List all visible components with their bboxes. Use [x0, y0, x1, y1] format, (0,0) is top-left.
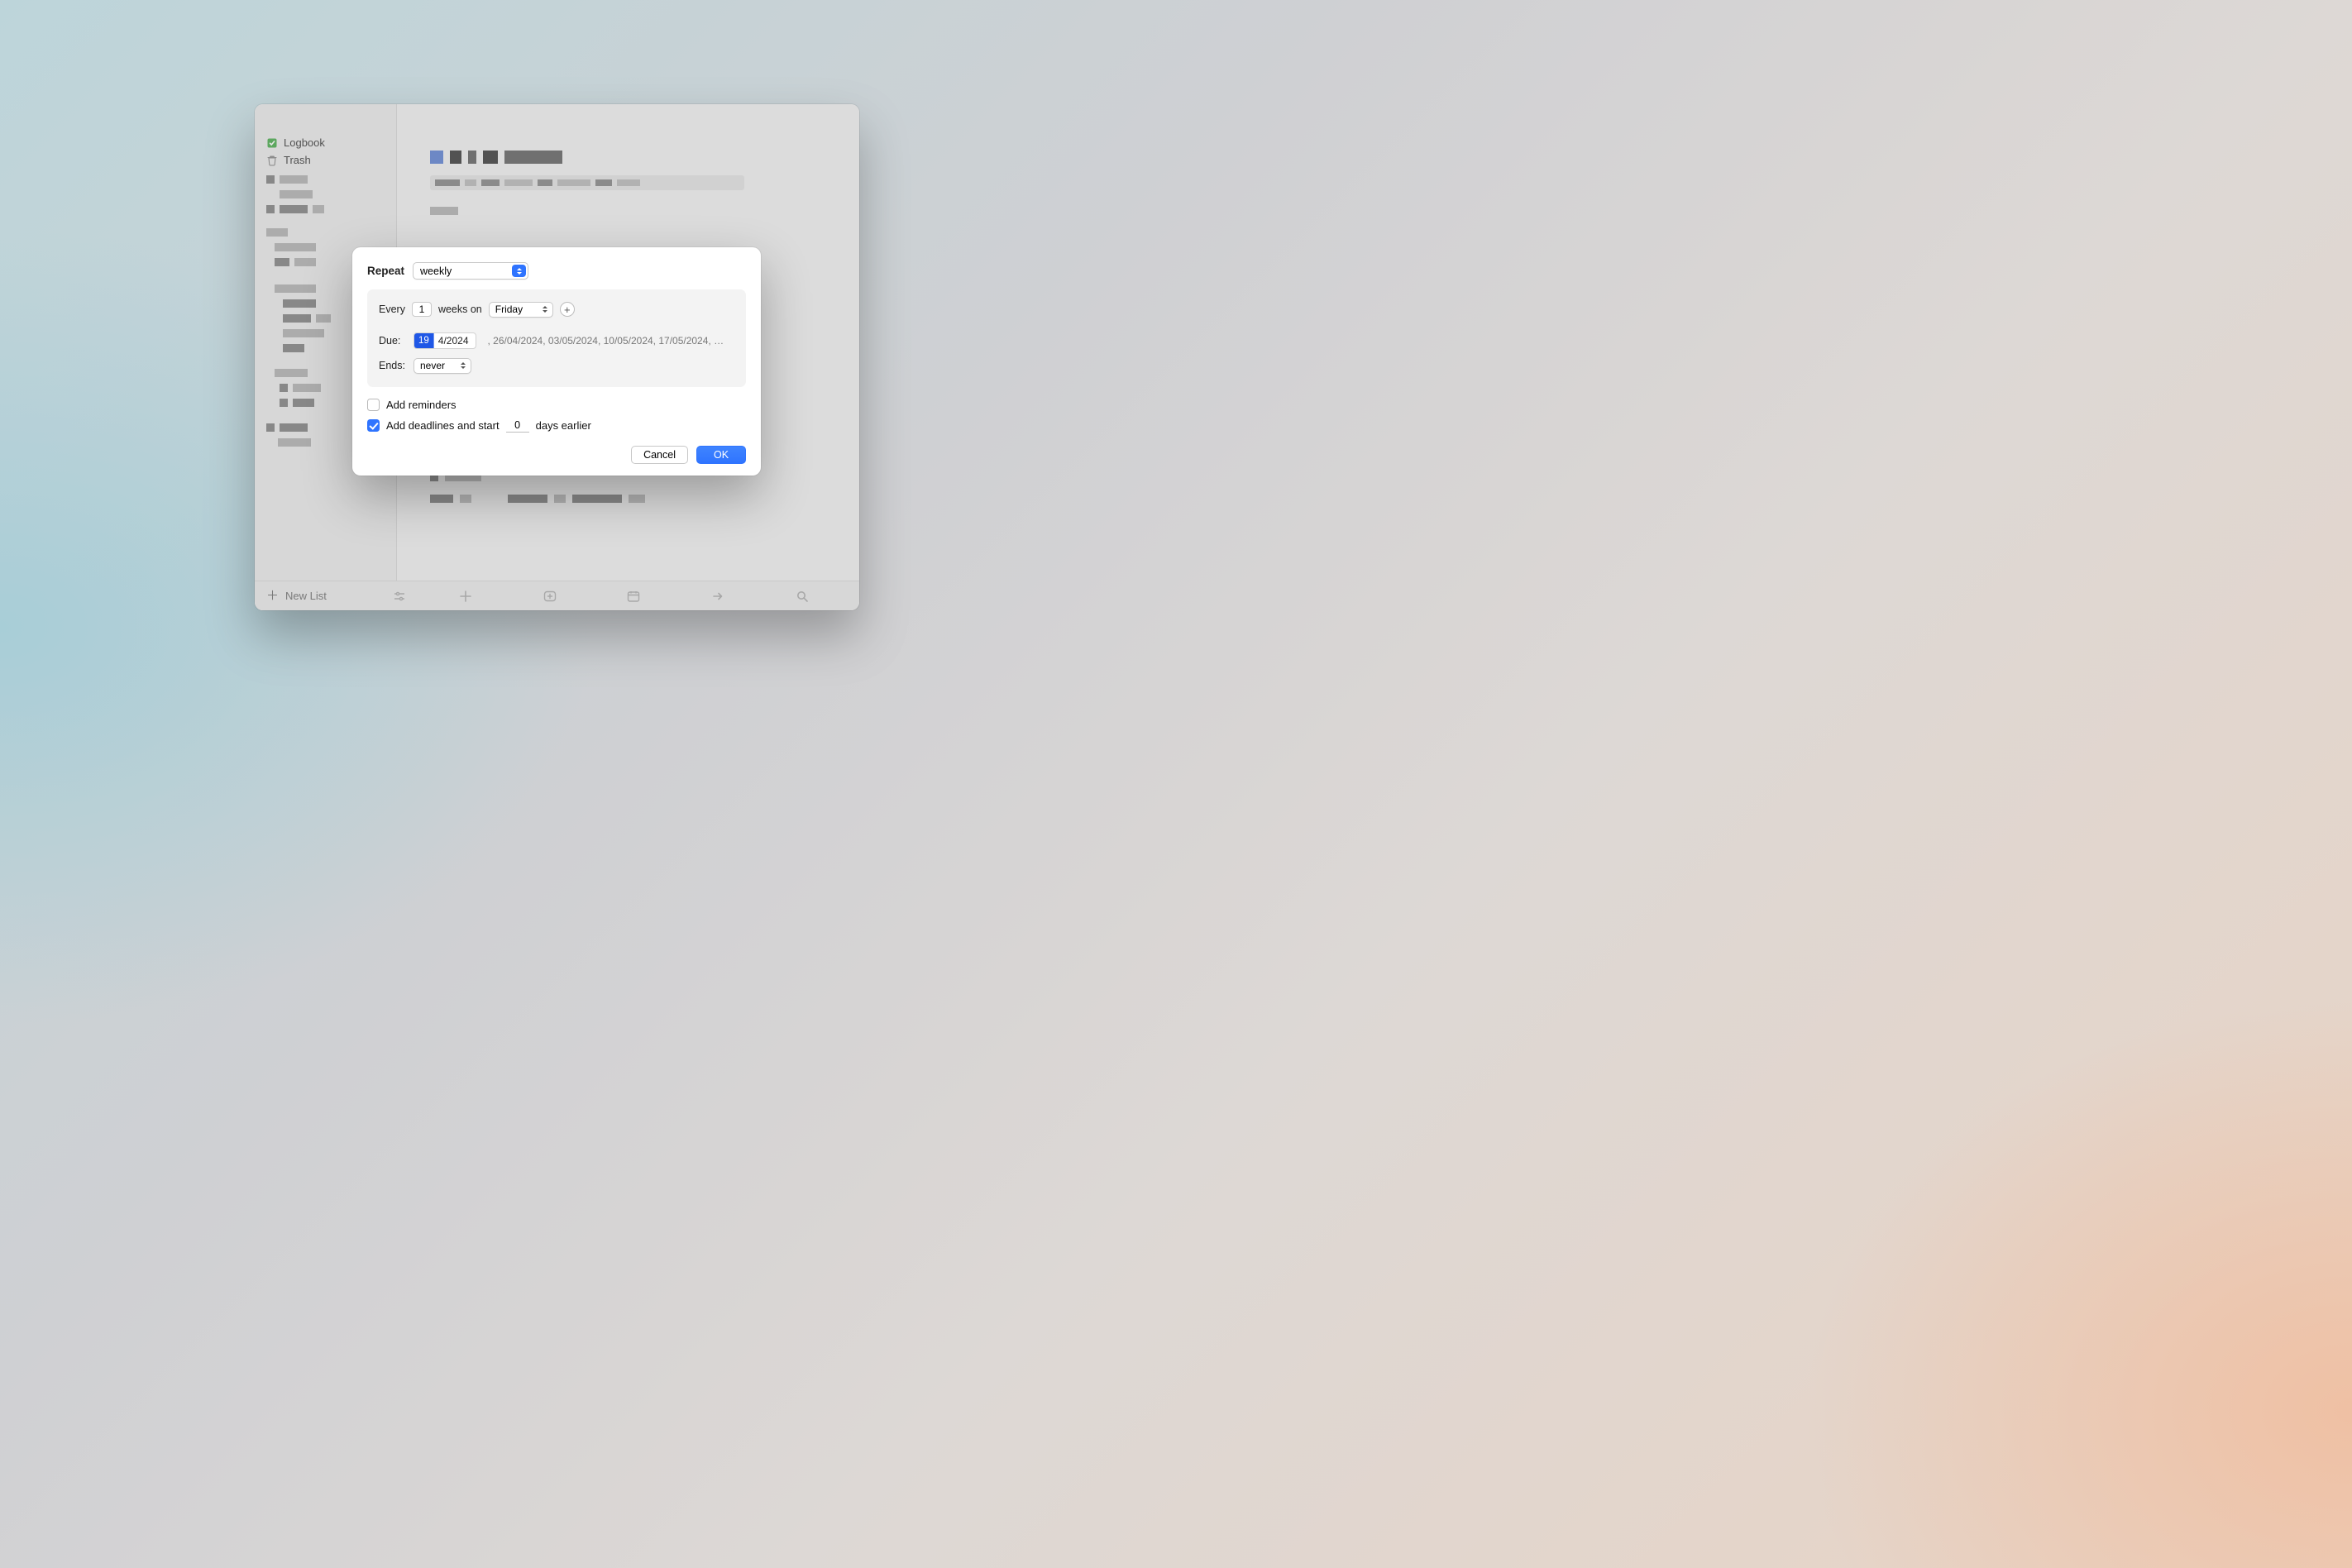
ends-value: never	[420, 360, 445, 371]
bottom-toolbar: ＋ New List	[255, 581, 859, 610]
sidebar-item-trash[interactable]: Trash	[255, 151, 396, 169]
new-list-button[interactable]: ＋ New List	[255, 590, 397, 602]
search-icon[interactable]	[795, 589, 810, 604]
checkbox-icon	[367, 399, 380, 411]
add-reminders-option[interactable]: Add reminders	[367, 399, 746, 411]
chevron-up-down-icon	[457, 361, 469, 371]
logbook-icon	[266, 137, 278, 149]
sidebar-item-label: Trash	[284, 154, 311, 166]
due-label: Due:	[379, 335, 407, 347]
checkbox-icon	[367, 419, 380, 432]
deadlines-days-input[interactable]	[506, 418, 529, 433]
repeat-frequency-select[interactable]: weekly	[413, 262, 528, 280]
due-date-field[interactable]: 19 4/2024	[414, 332, 476, 349]
repeat-settings-panel: Every weeks on Friday + Due: 19 4/2024 ,…	[367, 289, 746, 387]
add-reminders-label: Add reminders	[386, 399, 457, 411]
due-monthyear: 4/2024	[434, 335, 476, 347]
deadlines-suffix: days earlier	[536, 419, 591, 432]
repeat-frequency-value: weekly	[420, 265, 452, 277]
sidebar-item-logbook[interactable]: Logbook	[255, 134, 396, 151]
weeks-on-label: weeks on	[438, 304, 482, 315]
calendar-icon[interactable]	[626, 589, 641, 604]
ends-select[interactable]: never	[414, 358, 471, 374]
add-icon[interactable]	[458, 589, 473, 604]
trash-icon	[266, 155, 278, 166]
cancel-button[interactable]: Cancel	[631, 446, 688, 464]
add-deadlines-option[interactable]: Add deadlines and start days earlier	[367, 418, 746, 433]
ok-button[interactable]: OK	[696, 446, 746, 464]
due-day: 19	[414, 333, 434, 348]
upcoming-dates: , 26/04/2024, 03/05/2024, 10/05/2024, 17…	[483, 335, 735, 347]
every-count-input[interactable]	[412, 302, 432, 317]
new-list-label: New List	[285, 590, 327, 602]
chevron-up-down-icon	[539, 304, 551, 315]
every-label: Every	[379, 304, 405, 315]
sidebar-item-label: Logbook	[284, 136, 325, 149]
settings-icon[interactable]	[392, 589, 407, 604]
add-weekday-button[interactable]: +	[560, 302, 575, 317]
weekday-value: Friday	[495, 304, 523, 315]
plus-icon: +	[564, 304, 571, 315]
repeat-dialog: Repeat weekly Every weeks on Friday + Du…	[352, 247, 761, 476]
chevron-up-down-icon	[512, 265, 526, 277]
weekday-select[interactable]: Friday	[489, 302, 553, 318]
deadlines-prefix: Add deadlines and start	[386, 419, 500, 432]
move-icon[interactable]	[710, 589, 725, 604]
repeat-label: Repeat	[367, 265, 404, 277]
ends-label: Ends:	[379, 360, 407, 371]
plus-icon: ＋	[266, 590, 279, 602]
add-boxed-icon[interactable]	[543, 589, 557, 604]
